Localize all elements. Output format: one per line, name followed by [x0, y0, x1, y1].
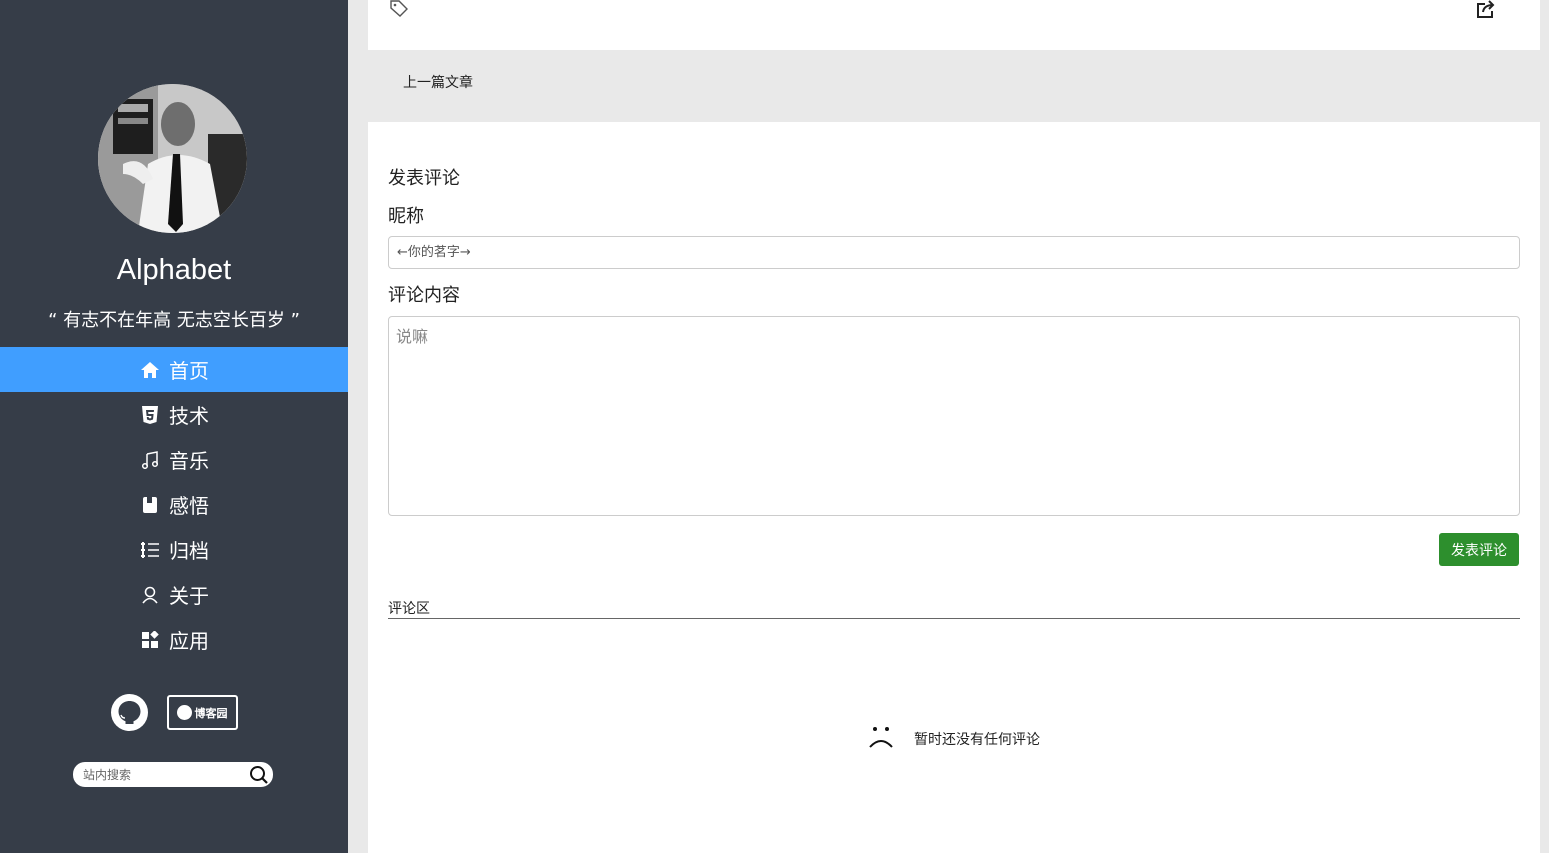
- sidebar: Alphabet “ 有志不在年高 无志空长百岁 ” 首页 技术 音乐 感悟 归…: [0, 0, 348, 853]
- cnblogs-label: 博客园: [194, 706, 228, 720]
- prev-article-link[interactable]: 上一篇文章: [403, 72, 473, 92]
- nav-item-tech[interactable]: 技术: [0, 392, 348, 437]
- site-search: [73, 762, 273, 787]
- sad-face-icon: [868, 725, 894, 753]
- nav-label: 应用: [169, 629, 209, 653]
- list-icon: [139, 539, 161, 561]
- empty-comments-text: 暂时还没有任何评论: [914, 732, 1040, 748]
- nav-label: 感悟: [169, 494, 209, 518]
- search-input[interactable]: [83, 767, 249, 782]
- comment-form-heading: 发表评论: [388, 168, 460, 189]
- nav-item-music[interactable]: 音乐: [0, 437, 348, 482]
- comment-section: 发表评论 昵称 评论内容 发表评论 评论区 暂时还没有任何评论: [368, 122, 1540, 853]
- site-name: Alphabet: [116, 254, 232, 286]
- page-scrollbar[interactable]: [1540, 0, 1549, 853]
- nav-item-about[interactable]: 关于: [0, 572, 348, 617]
- nav-item-archive[interactable]: 归档: [0, 527, 348, 572]
- content-label: 评论内容: [388, 285, 460, 306]
- comment-content-input[interactable]: [388, 316, 1520, 516]
- nav-label: 技术: [169, 404, 209, 428]
- main-nav: 首页 技术 音乐 感悟 归档 关于 应用: [0, 347, 348, 662]
- comments-title: 评论区: [388, 601, 430, 617]
- submit-comment-button[interactable]: 发表评论: [1439, 533, 1519, 566]
- nav-label: 归档: [169, 539, 209, 563]
- avatar[interactable]: [98, 84, 247, 233]
- nickname-input[interactable]: [388, 236, 1520, 269]
- nickname-label: 昵称: [388, 206, 424, 227]
- nav-item-thoughts[interactable]: 感悟: [0, 482, 348, 527]
- html5-icon: [139, 404, 161, 426]
- github-icon[interactable]: [110, 694, 148, 731]
- share-icon[interactable]: [1476, 0, 1496, 23]
- rss-icon: [176, 705, 192, 720]
- nav-label: 音乐: [169, 449, 209, 473]
- article-pagination: 上一篇文章: [368, 50, 1540, 122]
- comments-divider: [388, 618, 1520, 619]
- user-icon: [139, 584, 161, 606]
- cnblogs-link[interactable]: 博客园: [166, 695, 238, 730]
- article-footer: [368, 0, 1540, 50]
- music-icon: [139, 449, 161, 471]
- site-motto: “ 有志不在年高 无志空长百岁 ”: [48, 310, 300, 331]
- search-icon[interactable]: [249, 765, 269, 785]
- empty-comments: 暂时还没有任何评论: [868, 725, 1040, 753]
- nav-label: 关于: [169, 584, 209, 608]
- social-links: 博客园: [0, 694, 348, 731]
- nav-item-apps[interactable]: 应用: [0, 617, 348, 662]
- book-icon: [139, 494, 161, 516]
- home-icon: [139, 359, 161, 381]
- nav-label: 首页: [169, 359, 209, 383]
- nav-item-home[interactable]: 首页: [0, 347, 348, 392]
- apps-icon: [139, 629, 161, 651]
- tag-icon[interactable]: [389, 0, 409, 22]
